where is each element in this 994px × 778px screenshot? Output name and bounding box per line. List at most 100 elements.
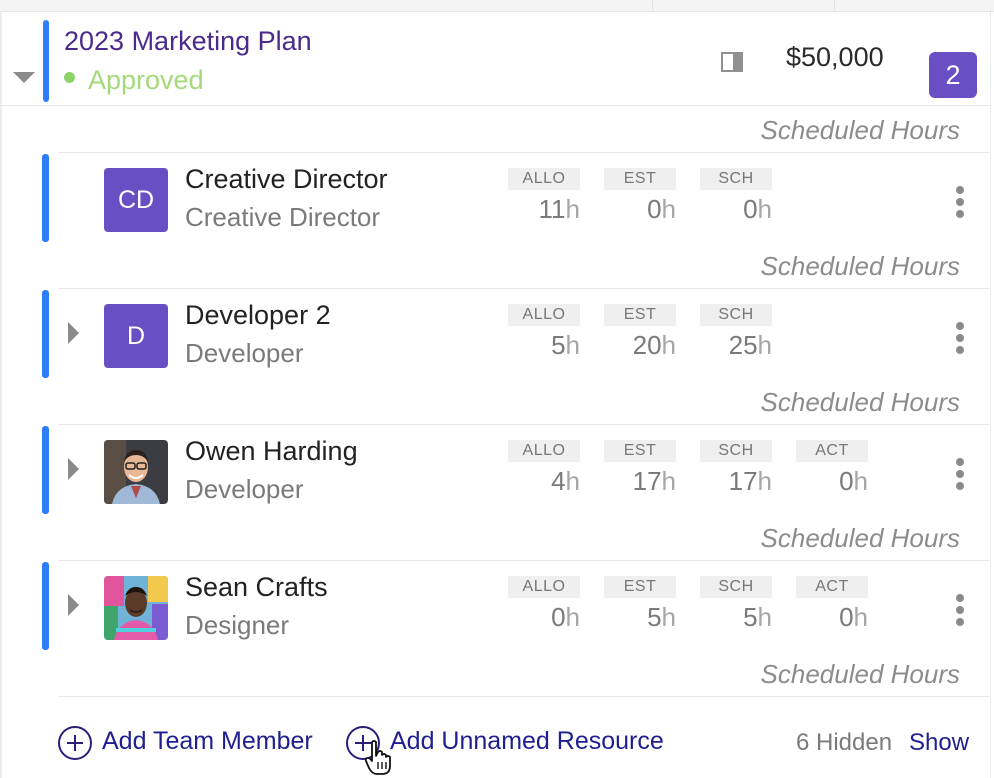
metric-value: 4h: [508, 466, 580, 497]
row-accent-bar: [42, 290, 49, 378]
metric-number: 0: [839, 466, 854, 496]
member-name[interactable]: Creative Director: [185, 164, 388, 195]
metric-unit: h: [661, 194, 676, 224]
row-divider: [58, 288, 990, 289]
metric-number: 25: [728, 330, 758, 360]
metric-number: 17: [632, 466, 662, 496]
metric-number: 5: [647, 602, 662, 632]
avatar: CD: [104, 168, 168, 232]
collapse-caret-down-icon[interactable]: [13, 72, 35, 83]
project-title[interactable]: 2023 Marketing Plan: [64, 26, 312, 57]
metric-unit: h: [757, 602, 772, 632]
metric-act: ACT 0h: [796, 576, 868, 633]
member-name[interactable]: Sean Crafts: [185, 572, 328, 603]
panel-toggle-icon[interactable]: [721, 52, 743, 72]
metric-act: ACT 0h: [796, 440, 868, 497]
expand-caret-right-icon[interactable]: [68, 458, 79, 480]
row-accent-bar: [42, 154, 49, 242]
kebab-menu-icon[interactable]: [952, 322, 968, 354]
avatar-photo: [104, 576, 168, 640]
metric-number: 20: [632, 330, 662, 360]
metric-unit: h: [757, 466, 772, 496]
kebab-menu-icon[interactable]: [952, 186, 968, 218]
expand-caret-right-icon[interactable]: [68, 322, 79, 344]
row-divider: [58, 152, 990, 153]
metric-label: ALLO: [508, 304, 580, 326]
metric-value: 11h: [508, 194, 580, 225]
metric-value: 0h: [700, 194, 772, 225]
metric-value: 5h: [508, 330, 580, 361]
metric-unit: h: [757, 330, 772, 360]
metric-unit: h: [661, 602, 676, 632]
row-divider: [58, 560, 990, 561]
metric-sch: SCH 5h: [700, 576, 772, 633]
metric-label: ALLO: [508, 576, 580, 598]
metric-allo: ALLO 0h: [508, 576, 580, 633]
metric-unit: h: [853, 602, 868, 632]
member-role: Creative Director: [185, 202, 381, 232]
plus-circle-icon: [346, 726, 380, 760]
metric-number: 0: [647, 194, 662, 224]
metric-allo: ALLO 4h: [508, 440, 580, 497]
status-dot-icon: [64, 72, 75, 83]
metric-number: 0: [743, 194, 758, 224]
show-hidden-link[interactable]: Show: [909, 729, 969, 757]
metric-value: 0h: [796, 466, 868, 497]
plus-circle-icon: [58, 726, 92, 760]
metric-label: ALLO: [508, 440, 580, 462]
metric-value: 5h: [700, 602, 772, 633]
metric-value: 0h: [796, 602, 868, 633]
expand-caret-right-icon[interactable]: [68, 594, 79, 616]
metric-est: EST 0h: [604, 168, 676, 225]
scheduled-hours-label: Scheduled Hours: [760, 251, 960, 281]
member-name[interactable]: Developer 2: [185, 300, 331, 331]
row-divider: [58, 424, 990, 425]
scheduled-hours-label: Scheduled Hours: [760, 387, 960, 417]
footer-divider: [58, 696, 990, 697]
metric-unit: h: [757, 194, 772, 224]
row-accent-bar: [42, 562, 49, 650]
metric-value: 0h: [508, 602, 580, 633]
metric-label: EST: [604, 576, 676, 598]
metric-unit: h: [565, 194, 580, 224]
kebab-menu-icon[interactable]: [952, 458, 968, 490]
project-budget: $50,000: [786, 42, 884, 72]
project-status: Approved: [88, 65, 204, 95]
metric-value: 5h: [604, 602, 676, 633]
metric-number: 11: [538, 194, 566, 224]
metric-value: 0h: [604, 194, 676, 225]
metric-label: ALLO: [508, 168, 580, 190]
metric-label: SCH: [700, 168, 772, 190]
metric-number: 4: [551, 466, 566, 496]
member-role: Developer: [185, 474, 304, 504]
metric-label: EST: [604, 304, 676, 326]
metric-label: EST: [604, 440, 676, 462]
metric-allo: ALLO 11h: [508, 168, 580, 225]
member-count-badge[interactable]: 2: [929, 52, 977, 98]
metric-number: 17: [728, 466, 758, 496]
project-header: 2023 Marketing Plan Approved $50,000 2: [0, 16, 991, 106]
metric-sch: SCH 0h: [700, 168, 772, 225]
metric-unit: h: [565, 330, 580, 360]
metric-value: 25h: [700, 330, 772, 361]
metric-value: 17h: [604, 466, 676, 497]
metric-unit: h: [853, 466, 868, 496]
metric-label: ACT: [796, 576, 868, 598]
scheduled-hours-label: Scheduled Hours: [760, 523, 960, 553]
metric-label: SCH: [700, 576, 772, 598]
metric-number: 0: [551, 602, 566, 632]
member-name[interactable]: Owen Harding: [185, 436, 358, 467]
row-accent-bar: [42, 426, 49, 514]
metric-value: 17h: [700, 466, 772, 497]
metric-unit: h: [661, 466, 676, 496]
kebab-menu-icon[interactable]: [952, 594, 968, 626]
metric-est: EST 17h: [604, 440, 676, 497]
metric-number: 0: [839, 602, 854, 632]
metric-label: SCH: [700, 304, 772, 326]
metric-label: EST: [604, 168, 676, 190]
metric-allo: ALLO 5h: [508, 304, 580, 361]
project-accent-bar: [43, 20, 49, 102]
metric-sch: SCH 17h: [700, 440, 772, 497]
metric-number: 5: [743, 602, 758, 632]
metric-est: EST 5h: [604, 576, 676, 633]
